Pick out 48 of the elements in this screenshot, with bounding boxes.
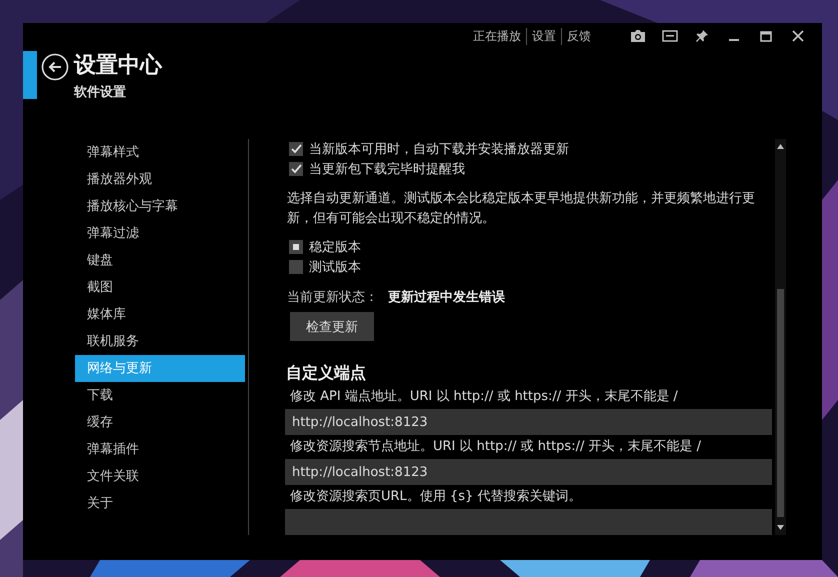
sidebar-item[interactable]: 文件关联: [75, 463, 245, 490]
input-field[interactable]: http://localhost:8123: [285, 459, 772, 485]
status-label: 当前更新状态：: [287, 289, 378, 306]
input-field[interactable]: http://localhost:8123: [285, 409, 772, 435]
check-update-button[interactable]: 检查更新: [290, 312, 374, 341]
channel-label: 测试版本: [309, 259, 361, 276]
option-label: 当新版本可用时，自动下载并安装播放器更新: [309, 141, 569, 158]
scroll-up-icon[interactable]: [777, 144, 784, 149]
page-subtitle: 软件设置: [74, 84, 127, 101]
checkbox[interactable]: [289, 162, 303, 176]
sidebar-item[interactable]: 关于: [75, 490, 245, 517]
sidebar-item[interactable]: 缓存: [75, 409, 245, 436]
sidebar-item[interactable]: 截图: [75, 274, 245, 301]
field-label: 修改资源搜索节点地址。URI 以 http:// 或 https:// 开头，末尾不能是 /: [289, 438, 702, 456]
option-label: 当更新包下载完毕时提醒我: [309, 161, 465, 178]
sidebar-item[interactable]: 弹幕过滤: [75, 220, 245, 247]
status-value: 更新过程中发生错误: [388, 288, 505, 306]
sidebar-item[interactable]: 弹幕样式: [75, 139, 245, 166]
field-label: 修改资源搜索页URL。使用 {s} 代替搜索关键词。: [289, 488, 582, 506]
camera-icon[interactable]: [630, 29, 646, 43]
accent-bar: [23, 51, 37, 99]
sidebar-item[interactable]: 媒体库: [75, 301, 245, 328]
top-link[interactable]: 反馈: [561, 28, 596, 44]
scroll-down-icon[interactable]: [777, 525, 784, 530]
pin-icon[interactable]: [696, 30, 708, 42]
input-field[interactable]: [285, 509, 772, 535]
sidebar-item[interactable]: 联机服务: [75, 328, 245, 355]
sidebar-item[interactable]: 播放器外观: [75, 166, 245, 193]
back-button[interactable]: [41, 53, 69, 81]
top-link[interactable]: 正在播放: [468, 28, 526, 44]
radio-button[interactable]: [289, 260, 303, 274]
mini-mode-icon[interactable]: [662, 30, 678, 42]
scrollbar[interactable]: [775, 139, 786, 535]
page-title: 设置中心: [74, 52, 162, 80]
sidebar-item[interactable]: 播放核心与字幕: [75, 193, 245, 220]
top-link[interactable]: 设置: [526, 28, 561, 44]
section-heading: 自定义端点: [285, 363, 367, 384]
sidebar-item[interactable]: 键盘: [75, 247, 245, 274]
channel-description: 选择自动更新通道。测试版本会比稳定版本更早地提供新功能，并更频繁地进行更新，但有可能会出现不稳定的情况。: [286, 190, 756, 228]
sidebar-item[interactable]: 下载: [75, 382, 245, 409]
scroll-thumb[interactable]: [777, 289, 784, 517]
checkbox[interactable]: [289, 142, 303, 156]
close-icon[interactable]: [792, 30, 804, 42]
sidebar-item[interactable]: 弹幕插件: [75, 436, 245, 463]
radio-button[interactable]: [289, 240, 303, 254]
maximize-icon[interactable]: [760, 30, 772, 42]
channel-label: 稳定版本: [309, 239, 361, 256]
field-label: 修改 API 端点地址。URI 以 http:// 或 https:// 开头，末尾不能是 /: [289, 388, 679, 406]
